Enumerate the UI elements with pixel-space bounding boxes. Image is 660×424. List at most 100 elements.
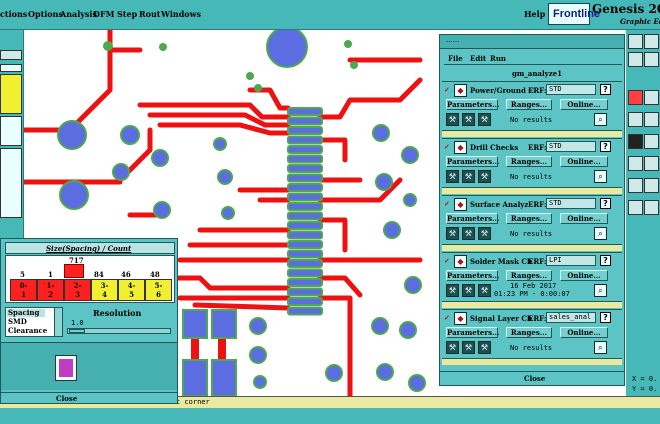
help-button[interactable]: ? xyxy=(600,255,611,266)
online-button[interactable]: Online... xyxy=(560,327,608,338)
layer-row[interactable] xyxy=(0,148,22,218)
histogram-bin-label-bottom: 3 xyxy=(75,290,80,299)
analyzer-menu-run[interactable]: Run xyxy=(490,54,506,63)
select-icon[interactable] xyxy=(628,52,643,67)
parameters-button[interactable]: Parameters... xyxy=(446,327,499,338)
ranges-button[interactable]: Ranges... xyxy=(506,213,552,224)
histogram-bin[interactable]: 3- 4 xyxy=(91,279,118,301)
parameters-button[interactable]: Parameters... xyxy=(446,270,499,281)
layer-row-yellow[interactable] xyxy=(0,74,22,114)
resolution-slider[interactable] xyxy=(67,328,171,334)
layer-row[interactable] xyxy=(0,64,22,72)
list-item-smd[interactable]: SMD xyxy=(7,318,27,326)
histogram-close-button[interactable]: Close xyxy=(56,394,77,403)
ranges-button[interactable]: Ranges... xyxy=(506,156,552,167)
run-all-icon[interactable]: ⚒ xyxy=(462,113,475,126)
view-results-icon[interactable]: ⌕ xyxy=(594,170,607,183)
row-enable-check[interactable]: ✓ xyxy=(444,85,450,94)
list-item-spacing[interactable]: Spacing xyxy=(7,309,45,317)
histogram-bin-label-top: 3- xyxy=(100,281,109,290)
histogram-bin[interactable]: 1- 2 xyxy=(37,279,64,301)
menu-rout[interactable]: Rout xyxy=(139,9,161,19)
ranges-button[interactable]: Ranges... xyxy=(506,99,552,110)
help-button[interactable]: ? xyxy=(600,198,611,209)
erf-field[interactable]: LPI xyxy=(546,255,596,266)
analyzer-menu-edit[interactable]: Edit xyxy=(470,54,486,63)
row-enable-check[interactable]: ✓ xyxy=(444,199,450,208)
online-button[interactable]: Online... xyxy=(560,99,608,110)
parameters-button[interactable]: Parameters... xyxy=(446,99,499,110)
analyzer-menu-file[interactable]: File xyxy=(448,54,463,63)
run-icon[interactable]: ⚒ xyxy=(446,284,459,297)
stop-icon[interactable]: ⚒ xyxy=(478,113,491,126)
online-button[interactable]: Online... xyxy=(560,156,608,167)
view-results-icon[interactable]: ⌕ xyxy=(594,284,607,297)
stop-icon[interactable]: ⚒ xyxy=(478,170,491,183)
online-button[interactable]: Online... xyxy=(560,270,608,281)
help-button[interactable]: ? xyxy=(600,312,611,323)
histogram-bin[interactable]: 0- 1 xyxy=(10,279,37,301)
check-type-list[interactable]: Spacing SMD Clearance xyxy=(5,307,63,337)
run-all-icon[interactable]: ⚒ xyxy=(462,284,475,297)
histogram-bin[interactable]: 2- 3 xyxy=(64,279,91,301)
row-enable-check[interactable]: ✓ xyxy=(444,313,450,322)
erf-field[interactable]: sales_anal xyxy=(546,312,596,323)
stop-icon[interactable]: ⚒ xyxy=(478,341,491,354)
view-results-icon[interactable]: ⌕ xyxy=(594,341,607,354)
list-item-clearance[interactable]: Clearance xyxy=(7,327,47,335)
menu-windows[interactable]: Windows xyxy=(161,9,201,19)
parameters-button[interactable]: Parameters... xyxy=(446,213,499,224)
view-results-icon[interactable]: ⌕ xyxy=(594,113,607,126)
menu-analysis[interactable]: Analysis xyxy=(60,9,97,19)
triangle-icon[interactable] xyxy=(628,178,643,193)
erf-field[interactable]: STD xyxy=(546,198,596,209)
analyzer-titlebar[interactable]: ...... xyxy=(440,35,624,49)
help-button[interactable]: ? xyxy=(600,141,611,152)
analyzer-close-button[interactable]: Close xyxy=(524,374,545,383)
ranges-button[interactable]: Ranges... xyxy=(506,270,552,281)
histogram-bin[interactable]: 4- 5 xyxy=(118,279,145,301)
ranges-button[interactable]: Ranges... xyxy=(506,327,552,338)
row-enable-check[interactable]: ✓ xyxy=(444,256,450,265)
layer-row[interactable] xyxy=(0,116,22,146)
menu-dfm[interactable]: DFM xyxy=(93,9,114,19)
layer-list-header[interactable] xyxy=(0,50,22,60)
hole-icon[interactable] xyxy=(628,134,643,149)
histogram-bin[interactable]: 5- 6 xyxy=(145,279,172,301)
run-icon[interactable]: ⚒ xyxy=(446,113,459,126)
run-all-icon[interactable]: ⚒ xyxy=(462,170,475,183)
line-icon[interactable] xyxy=(628,156,643,171)
menu-step[interactable]: Step xyxy=(117,9,137,19)
grid-icon[interactable] xyxy=(644,52,659,67)
arrow-icon[interactable] xyxy=(644,112,659,127)
pan-icon[interactable] xyxy=(644,34,659,49)
angle-icon[interactable] xyxy=(644,156,659,171)
view-results-icon[interactable]: ⌕ xyxy=(594,227,607,240)
highlight-icon[interactable] xyxy=(628,90,643,105)
cursor-icon[interactable] xyxy=(644,178,659,193)
resolution-slider-thumb[interactable] xyxy=(69,329,85,333)
row-enable-check[interactable]: ✓ xyxy=(444,142,450,151)
run-icon[interactable]: ⚒ xyxy=(446,227,459,240)
menu-help[interactable]: Help xyxy=(524,9,545,19)
run-all-icon[interactable]: ⚒ xyxy=(462,341,475,354)
copy-icon[interactable] xyxy=(628,200,643,215)
parameters-button[interactable]: Parameters... xyxy=(446,156,499,167)
menu-options[interactable]: Options xyxy=(28,9,63,19)
help-button[interactable]: ? xyxy=(600,84,611,95)
erf-field[interactable]: STD xyxy=(546,141,596,152)
move-icon[interactable] xyxy=(644,200,659,215)
menu-actions[interactable]: ctions xyxy=(0,9,27,19)
run-all-icon[interactable]: ⚒ xyxy=(462,227,475,240)
curve-icon[interactable] xyxy=(644,134,659,149)
erf-field[interactable]: STD xyxy=(546,84,596,95)
run-icon[interactable]: ⚒ xyxy=(446,170,459,183)
stop-icon[interactable]: ⚒ xyxy=(478,227,491,240)
online-button[interactable]: Online... xyxy=(560,213,608,224)
stop-icon[interactable]: ⚒ xyxy=(478,284,491,297)
run-icon[interactable]: ⚒ xyxy=(446,341,459,354)
layer-icon[interactable] xyxy=(644,90,659,105)
zoom-icon[interactable] xyxy=(628,34,643,49)
list-scrollbar[interactable] xyxy=(54,308,62,336)
measure-icon[interactable] xyxy=(628,112,643,127)
